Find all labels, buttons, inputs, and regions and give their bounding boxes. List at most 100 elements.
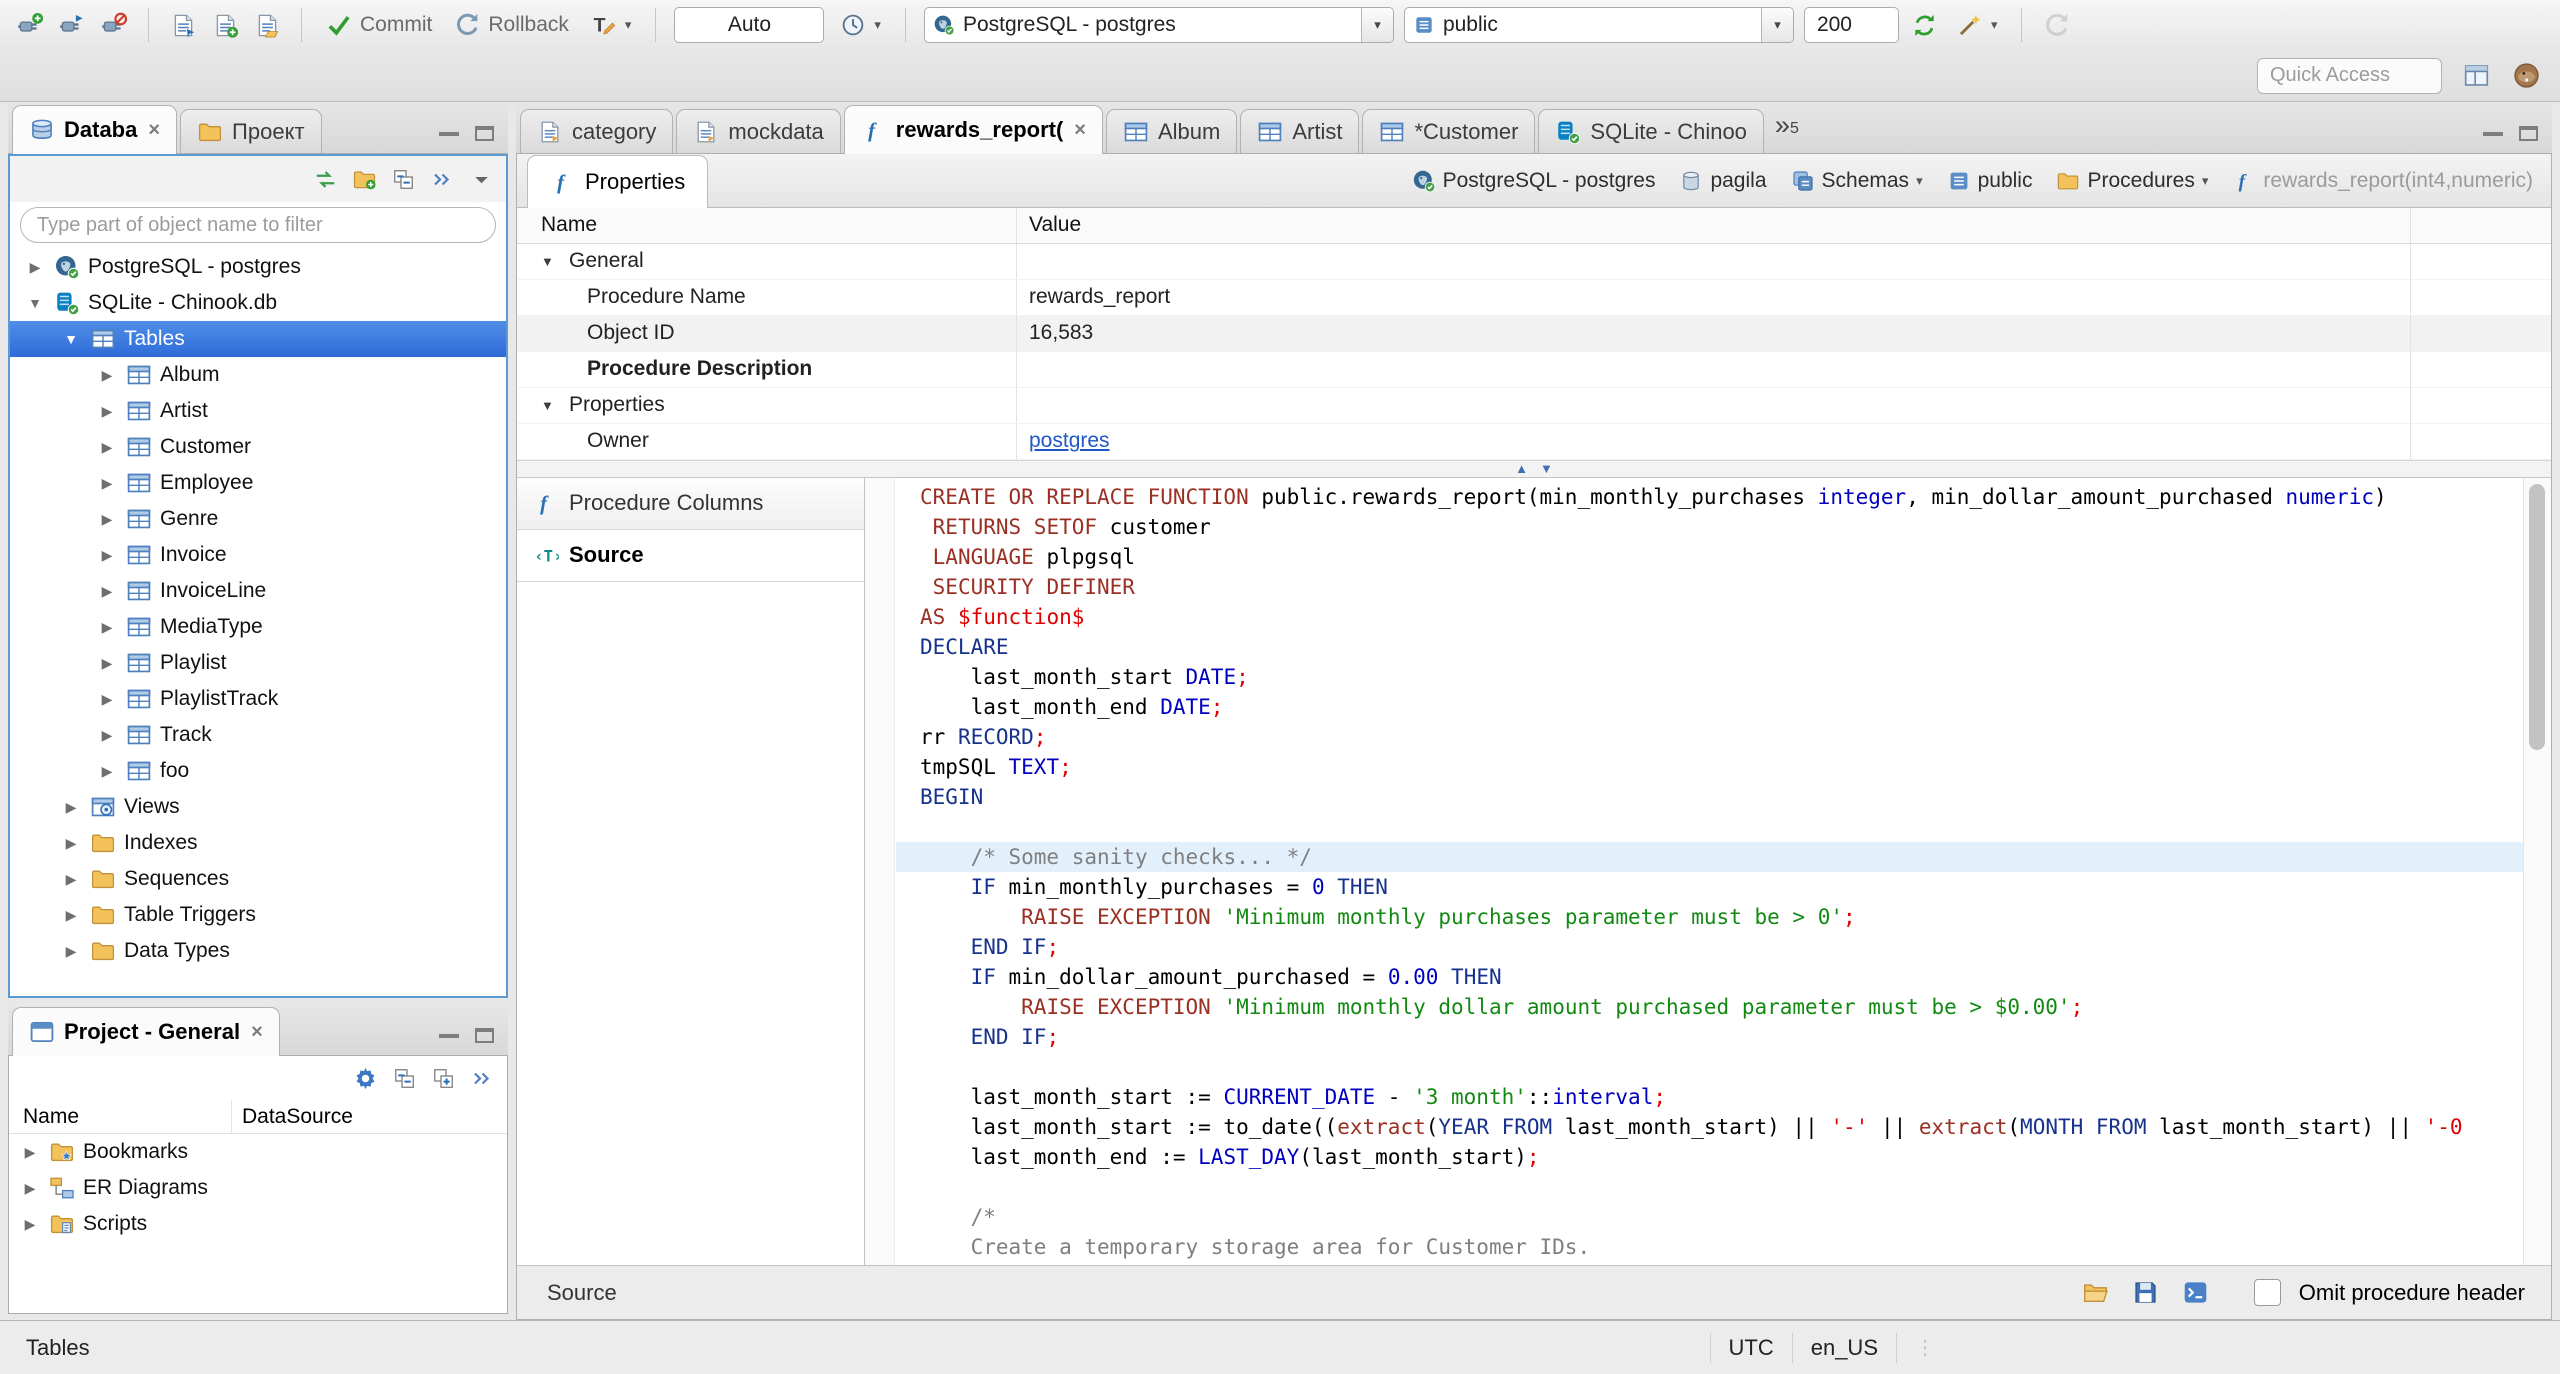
object-filter-input[interactable] xyxy=(20,207,496,243)
sync-selection-icon[interactable] xyxy=(470,1066,495,1091)
new-sql-editor-icon[interactable] xyxy=(209,9,241,41)
expand-arrow-icon[interactable]: ▶ xyxy=(96,619,118,636)
maximize-icon[interactable] xyxy=(475,126,494,141)
tree-item-sequences[interactable]: ▶ Sequences xyxy=(10,861,506,897)
collapse-down-icon[interactable]: ▼ xyxy=(1540,462,1553,475)
code-line-21[interactable]: last_month_start := CURRENT_DATE - '3 mo… xyxy=(896,1082,2523,1112)
code-line-15[interactable]: RAISE EXCEPTION 'Minimum monthly purchas… xyxy=(896,902,2523,932)
prop-value[interactable]: postgres xyxy=(1029,429,1110,453)
code-line-11[interactable]: BEGIN xyxy=(896,782,2523,812)
project-item-bookmarks[interactable]: ▶ Bookmarks xyxy=(9,1134,507,1170)
expand-arrow-icon[interactable]: ▶ xyxy=(96,547,118,564)
expand-arrow-icon[interactable]: ▶ xyxy=(60,799,82,816)
code-line-4[interactable]: SECURITY DEFINER xyxy=(896,572,2523,602)
expand-arrow-icon[interactable]: ▶ xyxy=(96,655,118,672)
tree-item-invoice[interactable]: ▶ Invoice xyxy=(10,537,506,573)
splitter[interactable]: ▲ ▼ xyxy=(517,459,2551,478)
close-icon[interactable]: × xyxy=(251,1021,263,1044)
gear-icon[interactable] xyxy=(353,1066,378,1091)
collapse-all-icon[interactable] xyxy=(392,1066,417,1091)
code-line-22[interactable]: last_month_start := to_date((extract(YEA… xyxy=(896,1112,2523,1142)
omit-procedure-header-checkbox[interactable] xyxy=(2253,1279,2281,1307)
status-locale[interactable]: en_US xyxy=(1811,1335,1878,1361)
close-icon[interactable]: × xyxy=(1074,119,1086,142)
expand-arrow-icon[interactable]: ▶ xyxy=(96,727,118,744)
maximize-icon[interactable] xyxy=(2519,126,2538,141)
sync-selection-icon[interactable] xyxy=(430,167,455,192)
prop-row-owner[interactable]: Owner postgres xyxy=(517,423,2551,460)
expand-arrow-icon[interactable]: ▶ xyxy=(60,835,82,852)
column-name[interactable]: Name xyxy=(9,1105,231,1129)
collapse-arrow-icon[interactable]: ▼ xyxy=(24,295,46,311)
column-datasource[interactable]: DataSource xyxy=(232,1105,353,1129)
code-line-18[interactable]: RAISE EXCEPTION 'Minimum monthly dollar … xyxy=(896,992,2523,1022)
code-line-10[interactable]: tmpSQL TEXT; xyxy=(896,752,2523,782)
tab-project-general[interactable]: Project - General × xyxy=(12,1007,280,1056)
vertical-scrollbar[interactable] xyxy=(2523,477,2551,1266)
tab-overflow-button[interactable]: » 5 xyxy=(1775,110,1799,141)
breadcrumb-item-schemas[interactable]: Schemas ▾ xyxy=(1791,169,1923,193)
prop-row-general[interactable]: ▼ General xyxy=(517,243,2551,280)
code-line-24[interactable] xyxy=(896,1172,2523,1202)
code-line-16[interactable]: END IF; xyxy=(896,932,2523,962)
close-icon[interactable]: × xyxy=(148,119,160,142)
code-line-26[interactable]: Create a temporary storage area for Cust… xyxy=(896,1232,2523,1262)
tree-item-postgresql-postgres[interactable]: ▶ PostgreSQL - postgres xyxy=(10,249,506,285)
code-line-23[interactable]: last_month_end := LAST_DAY(last_month_st… xyxy=(896,1142,2523,1172)
open-in-sql-console-icon[interactable] xyxy=(2180,1277,2212,1309)
sql-editor-icon[interactable] xyxy=(167,9,199,41)
code-line-20[interactable] xyxy=(896,1052,2523,1082)
expand-arrow-icon[interactable]: ▶ xyxy=(19,1216,41,1233)
expand-arrow-icon[interactable]: ▶ xyxy=(96,475,118,492)
section-procedure-columns[interactable]: f Procedure Columns xyxy=(517,477,864,530)
quick-access-input[interactable] xyxy=(2257,57,2442,94)
code-line-19[interactable]: END IF; xyxy=(896,1022,2523,1052)
expand-arrow-icon[interactable]: ▶ xyxy=(19,1180,41,1197)
project-item-scripts[interactable]: ▶ Scripts xyxy=(9,1206,507,1242)
tree-item-playlist[interactable]: ▶ Playlist xyxy=(10,645,506,681)
breadcrumb-item-rewards-report-int4-numeric[interactable]: f rewards_report(int4,numeric) xyxy=(2232,169,2533,193)
tree-item-album[interactable]: ▶ Album xyxy=(10,357,506,393)
prop-row-properties[interactable]: ▼ Properties xyxy=(517,387,2551,424)
tab-databa[interactable]: Databa × xyxy=(12,105,178,154)
code-line-3[interactable]: LANGUAGE plpgsql xyxy=(896,542,2523,572)
breadcrumb-item-pagila[interactable]: pagila xyxy=(1679,169,1767,193)
dropdown-arrow-icon[interactable]: ▾ xyxy=(1760,8,1793,42)
tree-item-views[interactable]: ▶ Views xyxy=(10,789,506,825)
expand-arrow-icon[interactable]: ▶ xyxy=(96,439,118,456)
tab-artist[interactable]: Artist xyxy=(1240,109,1360,153)
tree-item-table-triggers[interactable]: ▶ Table Triggers xyxy=(10,897,506,933)
transaction-mode-button[interactable]: T ▾ xyxy=(585,7,638,43)
expand-arrow-icon[interactable]: ▶ xyxy=(96,367,118,384)
breadcrumb-item-postgresql-postgres[interactable]: PostgreSQL - postgres xyxy=(1412,169,1655,193)
tree-item-track[interactable]: ▶ Track xyxy=(10,717,506,753)
expand-arrow-icon[interactable]: ▶ xyxy=(96,763,118,780)
tab-sqlite-chinoo[interactable]: SQLite - Chinoo xyxy=(1538,109,1764,153)
expand-arrow-icon[interactable]: ▶ xyxy=(96,583,118,600)
prop-row-object-id[interactable]: Object ID 16,583 xyxy=(517,315,2551,352)
tree-item-customer[interactable]: ▶ Customer xyxy=(10,429,506,465)
fetch-size-input[interactable] xyxy=(1803,7,1899,43)
code-line-5[interactable]: AS $function$ xyxy=(896,602,2523,632)
collapse-all-icon[interactable] xyxy=(391,167,416,192)
collapse-up-icon[interactable]: ▲ xyxy=(1515,462,1528,475)
code-line-17[interactable]: IF min_dollar_amount_purchased = 0.00 TH… xyxy=(896,962,2523,992)
code-line-9[interactable]: rr RECORD; xyxy=(896,722,2523,752)
tree-item-sqlite-chinook-db[interactable]: ▼ SQLite - Chinook.db xyxy=(10,285,506,321)
maximize-icon[interactable] xyxy=(475,1028,494,1043)
expand-all-icon[interactable] xyxy=(431,1066,456,1091)
breadcrumb-item-procedures[interactable]: Procedures ▾ xyxy=(2056,169,2208,193)
tree-item-indexes[interactable]: ▶ Indexes xyxy=(10,825,506,861)
collapse-arrow-icon[interactable]: ▼ xyxy=(541,398,561,413)
new-connection-icon[interactable] xyxy=(14,9,46,41)
tree-item-invoiceline[interactable]: ▶ InvoiceLine xyxy=(10,573,506,609)
schema-select[interactable]: public ▾ xyxy=(1403,7,1794,43)
expand-arrow-icon[interactable]: ▶ xyxy=(96,511,118,528)
scrollbar-thumb[interactable] xyxy=(2529,483,2545,750)
tree-item-playlisttrack[interactable]: ▶ PlaylistTrack xyxy=(10,681,506,717)
chevron-down-icon[interactable]: ▾ xyxy=(1916,173,1923,189)
minimize-icon[interactable] xyxy=(439,1033,459,1038)
expand-arrow-icon[interactable]: ▶ xyxy=(60,907,82,924)
commit-button[interactable]: Commit xyxy=(320,7,438,43)
tree-item-mediatype[interactable]: ▶ MediaType xyxy=(10,609,506,645)
